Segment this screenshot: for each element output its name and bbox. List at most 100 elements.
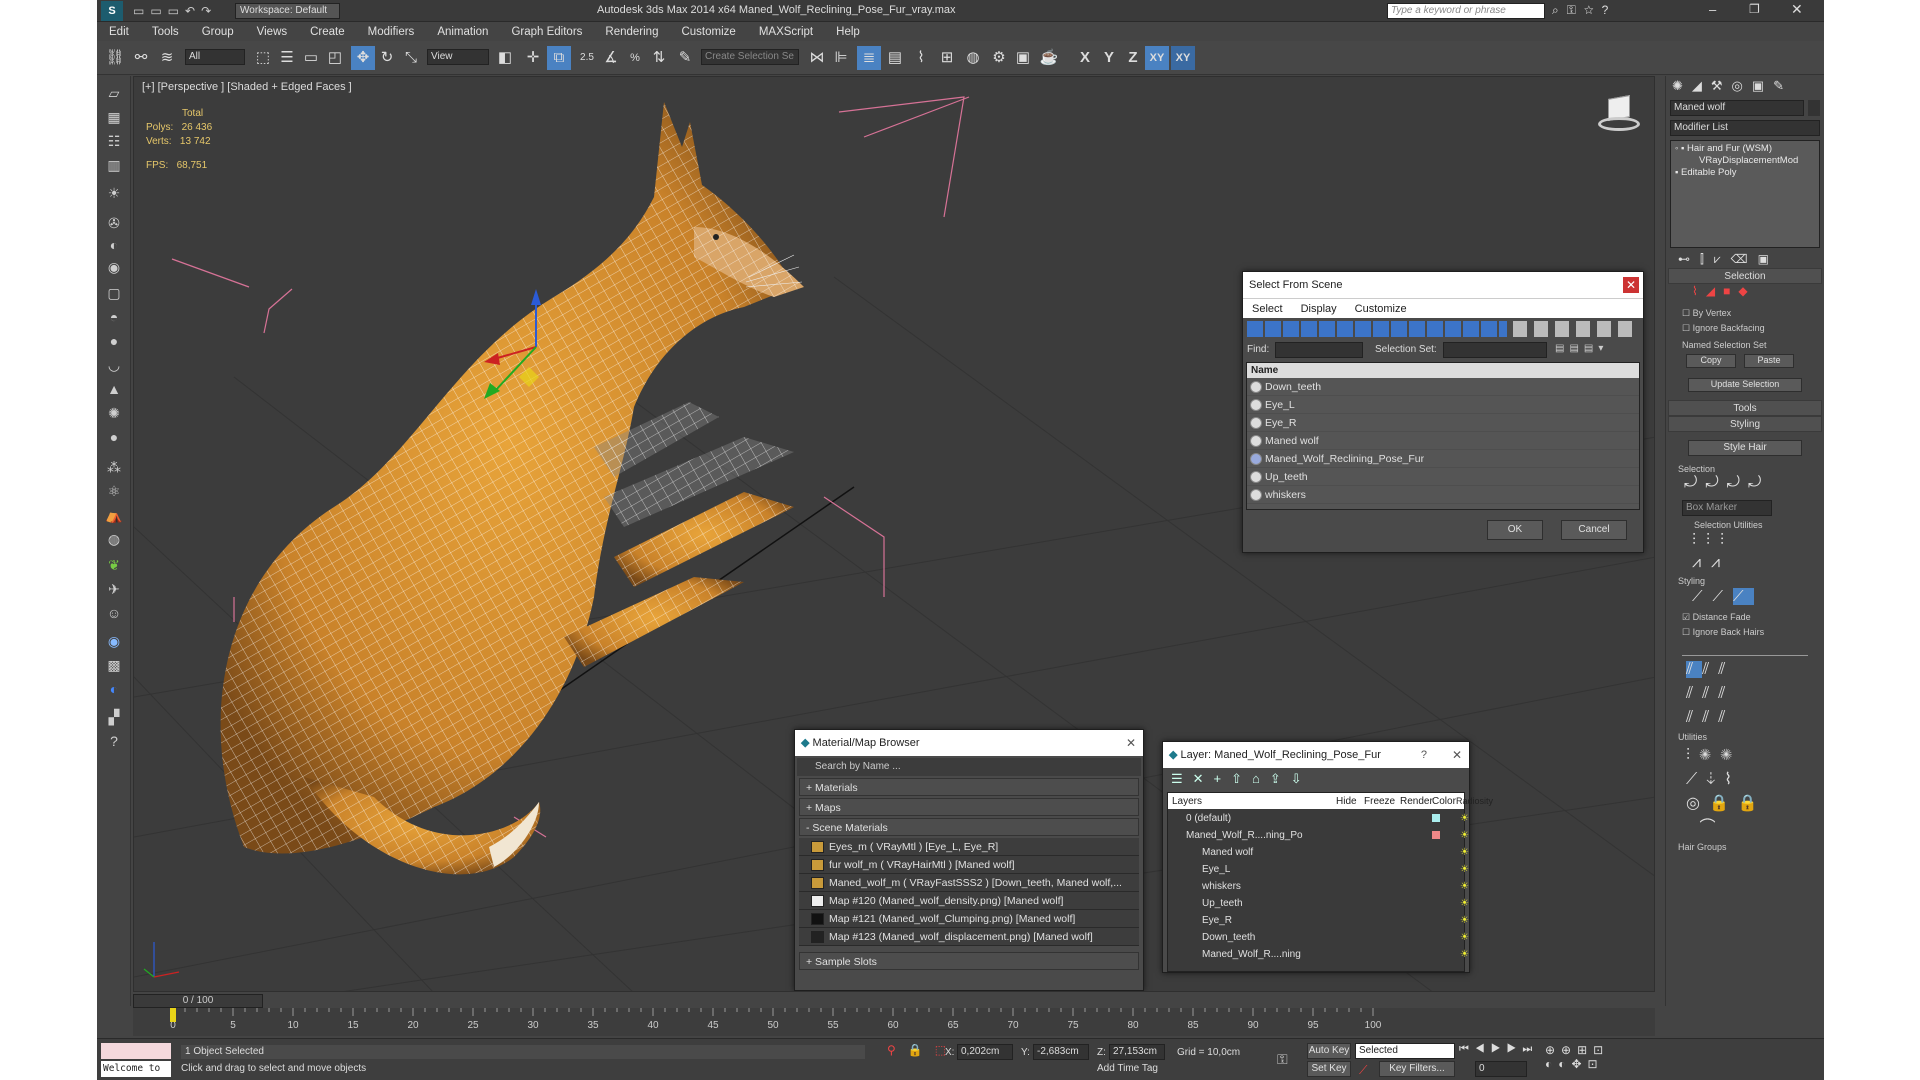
stack-item[interactable]: VRayDisplacementMod	[1675, 155, 1815, 167]
quick-access-icons[interactable]: ▭▭▭↶↷	[133, 4, 217, 18]
selection-rollout-header[interactable]: Selection	[1668, 268, 1822, 284]
globe-icon[interactable]: ◍	[103, 528, 125, 550]
key-mode-dropdown[interactable]: Selected	[1355, 1043, 1455, 1059]
workspace-dropdown[interactable]: Workspace: Default	[235, 3, 340, 19]
radiosity-icon[interactable]: ☀	[1460, 946, 1469, 963]
close-button[interactable]: ✕	[1791, 1, 1803, 18]
angle-snap-icon[interactable]: ∡	[599, 46, 623, 70]
bird-icon[interactable]: ✈	[103, 578, 125, 600]
material-row[interactable]: Maned_wolf_m ( VRayFastSSS2 ) [Down_teet…	[799, 874, 1139, 892]
material-editor-icon[interactable]: ◍	[961, 46, 985, 70]
spinner-snap-icon[interactable]: ⇅	[647, 46, 671, 70]
current-frame-marker[interactable]	[170, 1008, 176, 1022]
list-item[interactable]: whiskers	[1247, 486, 1639, 504]
list-item[interactable]: Maned_Wolf_Reclining_Pose_Fur	[1247, 450, 1639, 468]
snap-toggle-icon[interactable]: 2.5	[575, 46, 599, 70]
maxscript-listener[interactable]: Welcome to M	[101, 1061, 171, 1077]
menu-tools[interactable]: Tools	[140, 26, 190, 38]
tent-icon[interactable]: ⛺	[103, 504, 125, 526]
table-row[interactable]: Maned_Wolf_R....ning ☀	[1168, 946, 1469, 963]
menu-graph-editors[interactable]: Graph Editors	[499, 26, 593, 38]
list-item[interactable]: Up_teeth	[1247, 468, 1639, 486]
radiosity-icon[interactable]: ☀	[1460, 810, 1469, 827]
viewcube-icon[interactable]	[1596, 91, 1642, 137]
character-icon[interactable]: ☺	[103, 602, 125, 624]
app-logo-icon[interactable]: S	[101, 1, 123, 21]
camera-icon[interactable]: ◉	[103, 256, 125, 278]
list-item[interactable]: Maned wolf	[1247, 432, 1639, 450]
select-scale-icon[interactable]: ⤡	[399, 46, 423, 70]
hair-comb-icons[interactable]: ⫽⫽⫽ ⫽⫽⫽ ⫽⫽⫽	[1668, 658, 1822, 730]
curve-editor-icon[interactable]: ⌇	[909, 46, 933, 70]
mirror-icon[interactable]: ⋈	[805, 46, 829, 70]
pivot-center-icon[interactable]: ◧	[493, 46, 517, 70]
sample-slots-section[interactable]: + Sample Slots	[799, 952, 1139, 970]
key-filters-button[interactable]: Key Filters...	[1379, 1061, 1455, 1077]
light-icon[interactable]: ☀	[103, 182, 125, 204]
list-item[interactable]: Down_teeth	[1247, 378, 1639, 396]
hemisphere-icon[interactable]: ◓	[103, 306, 125, 328]
auto-key-button[interactable]: Auto Key	[1307, 1043, 1351, 1059]
sphere-icon[interactable]: ●	[103, 330, 125, 352]
scene-explorer-icon[interactable]: ▱	[103, 82, 125, 104]
ignore-back-hairs-checkbox[interactable]: ☐ Ignore Back Hairs	[1668, 625, 1822, 640]
col-render[interactable]: Render	[1400, 793, 1433, 810]
rect-selection-icon[interactable]: ▭	[299, 46, 323, 70]
ball-icon[interactable]: ●	[103, 426, 125, 448]
schematic-view-icon[interactable]: ⊞	[935, 46, 959, 70]
viewport-nav-icons[interactable]: ⊕⊕⊞⊡ ◐◐✥⊡	[1545, 1043, 1609, 1071]
bowl-icon[interactable]: ◡	[103, 354, 125, 376]
list-item[interactable]: Eye_R	[1247, 414, 1639, 432]
maximize-button[interactable]: ❐	[1749, 2, 1760, 16]
list-icon[interactable]: ☷	[103, 130, 125, 152]
y-coord-field[interactable]: -2,683cm	[1033, 1044, 1089, 1060]
col-hide[interactable]: Hide	[1336, 793, 1357, 810]
radiosity-icon[interactable]: ☀	[1460, 895, 1469, 912]
selection-filter-dropdown[interactable]: All	[185, 49, 245, 65]
perspective-viewport[interactable]: [+] [Perspective ] [Shaded + Edged Faces…	[133, 76, 1655, 992]
dynamics-icon[interactable]: ✇	[103, 212, 125, 234]
axis-x-button[interactable]: X	[1073, 46, 1097, 70]
grid-icon[interactable]: ▥	[103, 154, 125, 176]
update-selection-button[interactable]: Update Selection	[1688, 378, 1802, 392]
style-hair-button[interactable]: Style Hair	[1688, 440, 1802, 456]
scene-materials-section[interactable]: - Scene Materials	[799, 818, 1139, 836]
radiosity-icon[interactable]: ☀	[1460, 861, 1469, 878]
paste-button[interactable]: Paste	[1744, 354, 1794, 368]
radiosity-icon[interactable]: ☀	[1460, 844, 1469, 861]
audio-icon[interactable]: ◐	[103, 234, 125, 256]
layer-toolbar-icons[interactable]: ☰✕+⇧⌂⇪⇩	[1163, 768, 1469, 790]
search-input[interactable]: Type a keyword or phrase	[1387, 3, 1545, 19]
menu-maxscript[interactable]: MAXScript	[747, 26, 824, 38]
table-row[interactable]: Down_teeth ☀	[1168, 929, 1469, 946]
x-coord-field[interactable]: 0,202cm	[957, 1044, 1013, 1060]
radiosity-icon[interactable]: ☀	[1460, 827, 1469, 844]
percent-snap-icon[interactable]: %	[623, 46, 647, 70]
select-move-icon[interactable]: ✥	[351, 46, 375, 70]
selection-set-icons[interactable]: ▤▤▤▾	[1555, 343, 1608, 354]
image-icon[interactable]: ▦	[103, 106, 125, 128]
stack-item[interactable]: ▪ Editable Poly	[1675, 167, 1815, 179]
materials-section[interactable]: + Materials	[799, 778, 1139, 796]
menu-modifiers[interactable]: Modifiers	[356, 26, 426, 38]
menu-rendering[interactable]: Rendering	[593, 26, 669, 38]
hair-select-icons[interactable]: ⤾⤾⤾⤾	[1668, 474, 1822, 496]
infocenter-icons[interactable]: ⌕⚿☆?	[1552, 3, 1616, 18]
axis-z-button[interactable]: Z	[1121, 46, 1145, 70]
filter-toggle-icons[interactable]	[1247, 321, 1507, 337]
menu-views[interactable]: Views	[245, 26, 298, 38]
table-row[interactable]: Up_teeth ☀	[1168, 895, 1469, 912]
maxscript-listener-top[interactable]	[101, 1043, 171, 1059]
material-row[interactable]: Map #120 (Maned_wolf_density.png) [Maned…	[799, 892, 1139, 910]
window-crossing-icon[interactable]: ◰	[323, 46, 347, 70]
menu-create[interactable]: Create	[298, 26, 356, 38]
menu-edit[interactable]: Edit	[97, 26, 140, 38]
distance-fade-checkbox[interactable]: ☑ Distance Fade	[1668, 610, 1822, 625]
axis-y-button[interactable]: Y	[1097, 46, 1121, 70]
stack-item[interactable]: ◦ ▪ Hair and Fur (WSM)	[1675, 143, 1815, 155]
help-icon[interactable]: ?	[103, 730, 125, 752]
viewport-label[interactable]: [+] [Perspective ] [Shaded + Edged Faces…	[142, 81, 352, 93]
material-row[interactable]: Map #121 (Maned_wolf_Clumping.png) [Mane…	[799, 910, 1139, 928]
table-row[interactable]: Eye_L ☀	[1168, 861, 1469, 878]
selection-set-dropdown[interactable]	[1443, 342, 1547, 358]
